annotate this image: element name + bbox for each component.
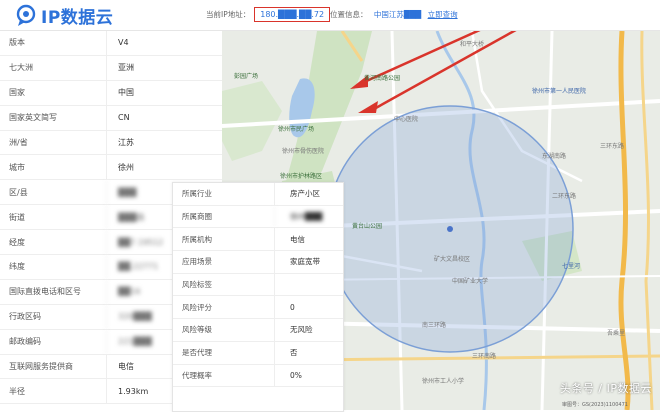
logo-text: IP数据云 (41, 8, 114, 28)
map-copyright: 审图号：GS(2023)1100471 (562, 402, 628, 408)
location-value: 中国江苏███ (373, 10, 422, 19)
map-label: 徐州市护林路区 (280, 173, 323, 180)
row-label: 风险等级 (182, 325, 212, 335)
row-value: V4 (106, 31, 222, 55)
row-label: 七大洲 (9, 63, 33, 73)
map-label: 黄台山公园 (352, 223, 383, 230)
row-value: 电信 (274, 228, 343, 251)
ip-value[interactable]: 180.███.██.72 (254, 6, 331, 22)
table-row: 所属商圈 徐州███ (173, 205, 343, 229)
row-value: 否 (274, 341, 343, 364)
row-label: 国家英文简写 (9, 113, 57, 123)
logo-pin-icon (16, 4, 36, 26)
row-value: 亚洲 (106, 55, 222, 80)
table-row: 所属机构 电信 (173, 228, 343, 252)
map-label: 南三环路 (422, 322, 447, 329)
ip-label: 当前IP地址： (206, 9, 251, 19)
row-label: 所属行业 (182, 189, 212, 199)
row-label: 版本 (9, 38, 25, 48)
table-row: 风险评分 0 (173, 296, 343, 320)
row-label: 所属商圈 (182, 212, 212, 222)
row-value (274, 273, 343, 296)
table-row: 是否代理 否 (173, 341, 343, 365)
map-label: 吾乘里 (607, 330, 626, 337)
map-label: 徐州市工人小学 (422, 378, 465, 385)
row-value: 江苏 (106, 130, 222, 155)
map-label: 彭园广场 (234, 73, 259, 80)
row-label: 应用场景 (182, 257, 212, 267)
row-label: 国家 (9, 88, 25, 98)
row-label: 纬度 (9, 262, 25, 272)
row-label: 国际直拨电话和区号 (9, 287, 81, 297)
header-bar: IP数据云 当前IP地址： 180.███.██.72 位置信息： 中国江苏██… (0, 0, 660, 31)
row-value: 0 (274, 296, 343, 319)
map-label: 徐州市民广场 (278, 126, 315, 133)
row-label: 街道 (9, 212, 25, 222)
row-label: 行政区码 (9, 312, 41, 322)
row-label: 代理概率 (182, 370, 212, 380)
row-value: 无风险 (274, 319, 343, 341)
map-label: 黄河南路公园 (364, 75, 401, 82)
table-row: 国家 中国 (0, 80, 222, 106)
table-row: 代理概率 0% (173, 364, 343, 388)
row-value: 徐州 (106, 155, 222, 180)
location-label: 位置信息： (330, 10, 368, 19)
row-label: 邮政编码 (9, 337, 41, 347)
table-row: 洲/省 江苏 (0, 130, 222, 156)
table-row: 版本 V4 (0, 31, 222, 56)
extra-info-table: 所属行业 房产小区 所属商圈 徐州███ 所属机构 电信 应用场景 家庭宽带 风险标签 … (172, 182, 344, 412)
row-label: 区/县 (9, 187, 28, 197)
row-label: 所属机构 (182, 234, 212, 244)
row-label: 风险评分 (182, 302, 212, 312)
map-label: 三环南路 (472, 353, 497, 360)
map-label: 七里河 (562, 263, 581, 270)
table-row: 应用场景 家庭宽带 (173, 251, 343, 274)
map-label: 和平大桥 (460, 41, 485, 48)
map-label: 二环东路 (552, 193, 577, 200)
map-label: 徐州市第一人民医院 (532, 88, 587, 95)
table-row: 国家英文简写 CN (0, 105, 222, 131)
row-value: 房产小区 (274, 183, 343, 205)
table-row: 风险等级 无风险 (173, 319, 343, 342)
map-label: 东湖南路 (542, 153, 567, 160)
map-label: 中国矿业大学 (452, 278, 489, 285)
row-label: 经度 (9, 237, 25, 247)
map-label: 三环东路 (600, 143, 625, 150)
row-label: 风险标签 (182, 280, 212, 290)
map-label: 矿大文昌校区 (434, 256, 471, 263)
row-label: 半径 (9, 386, 25, 396)
current-ip: 当前IP地址： 180.███.██.72 (206, 4, 331, 24)
row-value: 中国 (106, 80, 222, 105)
table-row: 风险标签 (173, 273, 343, 297)
watermark: 头条号 / IP数据云 (559, 382, 652, 395)
table-row: 所属行业 房产小区 (173, 183, 343, 206)
table-row: 城市 徐州 (0, 155, 222, 181)
row-value: 0% (274, 364, 343, 387)
table-row: 七大洲 亚洲 (0, 55, 222, 81)
row-label: 互联网服务提供商 (9, 362, 73, 372)
row-label: 城市 (9, 162, 25, 172)
row-label: 是否代理 (182, 348, 212, 358)
row-label: 洲/省 (9, 138, 28, 147)
row-value: CN (106, 105, 222, 130)
map-label: 中心医院 (394, 116, 419, 123)
logo[interactable]: IP数据云 (14, 3, 113, 28)
location-info: 位置信息： 中国江苏███ 立即查询 (330, 9, 458, 20)
map-label: 徐州市骨伤医院 (282, 148, 325, 155)
row-value: 徐州███ (274, 205, 343, 228)
row-value: 家庭宽带 (274, 251, 343, 273)
query-now-link[interactable]: 立即查询 (428, 10, 458, 19)
